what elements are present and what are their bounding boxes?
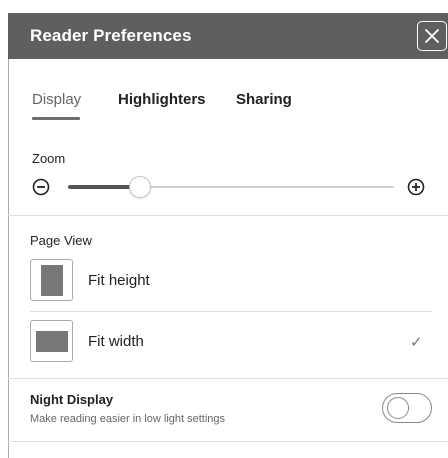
fit-height-option[interactable]: Fit height	[30, 259, 432, 303]
divider	[8, 441, 448, 442]
page-view-label: Page View	[30, 233, 92, 248]
toggle-knob	[387, 397, 409, 419]
tab-highlighters[interactable]: Highlighters	[118, 91, 206, 108]
tab-sharing[interactable]: Sharing	[236, 91, 292, 108]
zoom-label: Zoom	[32, 151, 66, 166]
fit-width-label: Fit width	[88, 333, 144, 350]
zoom-control	[32, 172, 430, 202]
dialog-title: Reader Preferences	[30, 26, 192, 45]
active-tab-indicator	[32, 117, 80, 120]
zoom-out-button[interactable]	[32, 178, 50, 196]
divider	[8, 215, 448, 216]
divider	[30, 311, 432, 312]
fit-width-option[interactable]: Fit width ✓	[30, 320, 432, 364]
night-display-toggle[interactable]	[382, 393, 432, 423]
zoom-slider-thumb[interactable]	[128, 176, 151, 198]
night-display-description: Make reading easier in low light setting…	[30, 413, 226, 425]
dialog-header: Reader Preferences	[8, 13, 448, 59]
close-button[interactable]	[417, 21, 447, 51]
zoom-slider[interactable]	[68, 176, 394, 198]
dialog-left-border	[8, 13, 9, 458]
night-display-title: Night Display	[30, 392, 114, 407]
close-icon	[425, 29, 439, 43]
tab-display[interactable]: Display	[32, 91, 81, 108]
divider	[8, 378, 448, 379]
reader-preferences-dialog: Reader Preferences Display Highlighters …	[0, 0, 448, 458]
fit-height-icon	[30, 259, 73, 301]
zoom-in-button[interactable]	[407, 178, 425, 196]
fit-height-label: Fit height	[88, 272, 150, 289]
check-icon: ✓	[410, 334, 423, 351]
fit-width-icon	[30, 320, 73, 362]
